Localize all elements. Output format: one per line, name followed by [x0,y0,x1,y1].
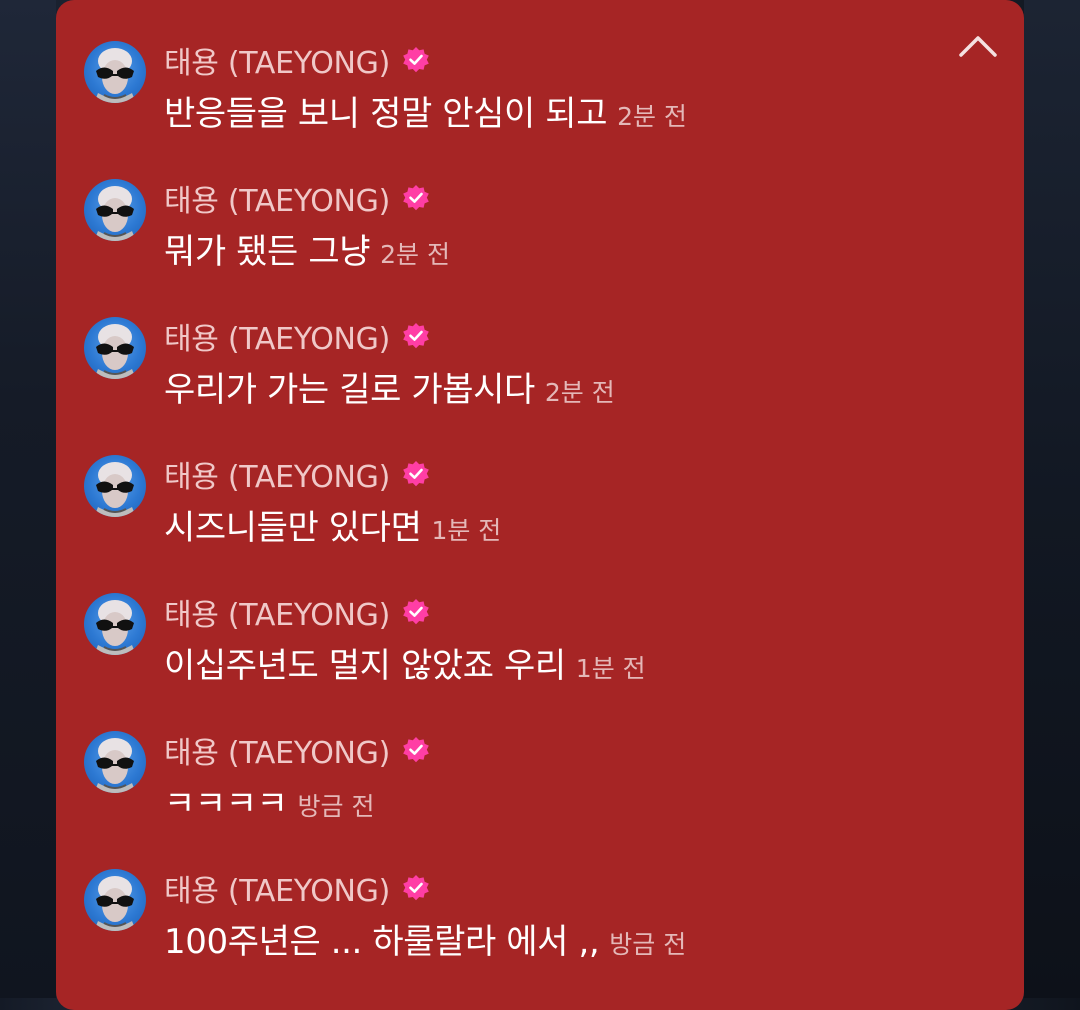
comment-time: 1분 전 [575,654,646,683]
avatar-image [94,600,136,655]
comment-item: 태용 (TAEYONG) 뭐가 됐든 그냥 2분 전 [84,178,964,316]
comment-time: 2분 전 [544,378,615,407]
comment-time: 1분 전 [431,516,502,545]
avatar[interactable] [84,179,146,241]
author-name[interactable]: 태용 (TAEYONG) [164,176,390,220]
comment-item: 태용 (TAEYONG) 우리가 가는 길로 가봅시다 2분 전 [84,316,964,454]
avatar[interactable] [84,869,146,931]
verified-badge-icon [403,599,429,625]
comment-item: 태용 (TAEYONG) ㅋㅋㅋㅋ 방금 전 [84,730,964,868]
verified-badge-icon [403,461,429,487]
comment-item: 태용 (TAEYONG) 100주년은 ... 하룰랄라 에서 ,, 방금 전 [84,868,964,1006]
avatar[interactable] [84,731,146,793]
comment-text: 이십주년도 멀지 않았죠 우리 [164,646,566,686]
comment-item: 태용 (TAEYONG) 이십주년도 멀지 않았죠 우리 1분 전 [84,592,964,730]
comment-time: 방금 전 [297,792,375,821]
avatar-image [94,48,136,103]
avatar-image [94,462,136,517]
comment-text: 우리가 가는 길로 가봅시다 [164,370,535,410]
author-name[interactable]: 태용 (TAEYONG) [164,452,390,496]
comment-item: 태용 (TAEYONG) 시즈니들만 있다면 1분 전 [84,454,964,592]
avatar-image [94,876,136,931]
author-name[interactable]: 태용 (TAEYONG) [164,590,390,634]
comment-text: 시즈니들만 있다면 [164,508,422,548]
verified-badge-icon [403,47,429,73]
verified-badge-icon [403,185,429,211]
comment-text: 100주년은 ... 하룰랄라 에서 ,, [164,922,600,962]
avatar-image [94,324,136,379]
comment-time: 2분 전 [380,240,450,269]
chat-panel: 태용 (TAEYONG) 반응들을 보니 정말 안심이 되고 2분 전 태용 (… [56,0,1024,1010]
comment-text: 뭐가 됐든 그냥 [164,232,371,272]
verified-badge-icon [403,323,429,349]
avatar[interactable] [84,317,146,379]
comment-item: 태용 (TAEYONG) 반응들을 보니 정말 안심이 되고 2분 전 [84,40,964,178]
author-name[interactable]: 태용 (TAEYONG) [164,728,390,772]
avatar[interactable] [84,593,146,655]
avatar-image [94,738,136,793]
avatar[interactable] [84,455,146,517]
background-left [0,0,56,998]
comment-text: ㅋㅋㅋㅋ [164,784,288,824]
comment-list: 태용 (TAEYONG) 반응들을 보니 정말 안심이 되고 2분 전 태용 (… [84,40,964,1006]
author-name[interactable]: 태용 (TAEYONG) [164,866,390,910]
chevron-up-icon [959,36,997,57]
author-name[interactable]: 태용 (TAEYONG) [164,38,390,82]
comment-time: 방금 전 [609,930,687,959]
avatar[interactable] [84,41,146,103]
background-right [1024,0,1080,998]
author-name[interactable]: 태용 (TAEYONG) [164,314,390,358]
comment-text: 반응들을 보니 정말 안심이 되고 [164,94,608,134]
verified-badge-icon [403,875,429,901]
verified-badge-icon [403,737,429,763]
avatar-image [94,186,136,241]
comment-time: 2분 전 [617,102,687,131]
